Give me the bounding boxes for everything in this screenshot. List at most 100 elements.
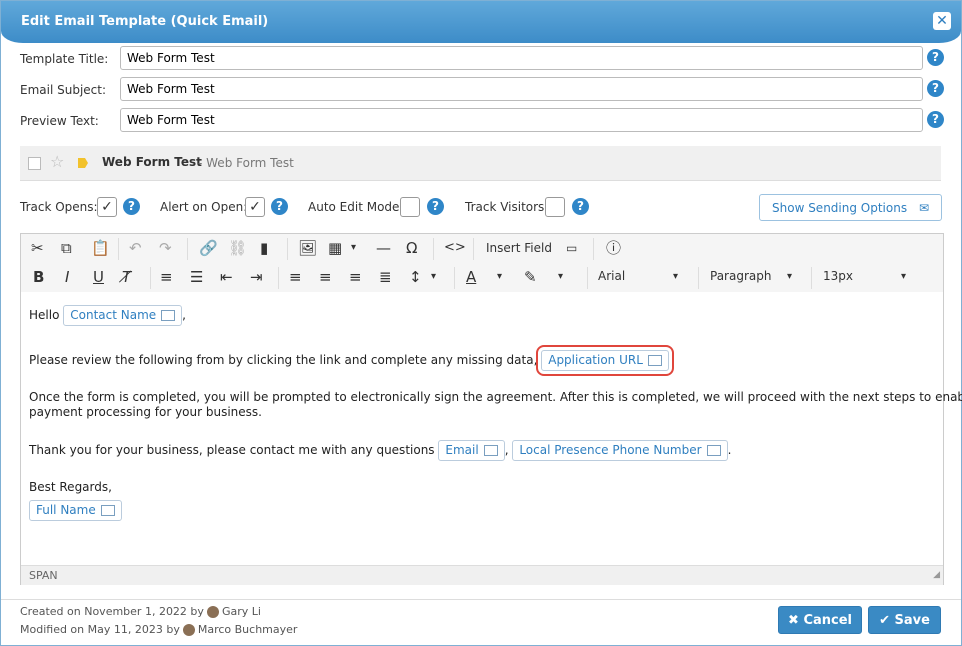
chevron-down-icon[interactable]: ▾ [351, 239, 356, 257]
save-button[interactable]: ✔ Save [868, 606, 941, 634]
close-icon[interactable]: ✕ [933, 12, 951, 30]
cut-icon[interactable]: ✂ [31, 239, 44, 257]
thanks-line: Thank you for your business, please cont… [29, 440, 731, 461]
help-icon[interactable]: ? [927, 49, 944, 66]
rich-text-editor: ✂ ⧉ 📋 ↶ ↷ 🔗 ⛓ ▮ 🖼 ▦ ▾ — Ω <> Insert Fiel… [20, 233, 962, 585]
chevron-down-icon[interactable]: ▾ [431, 268, 436, 286]
table-icon[interactable]: ▦ [328, 239, 342, 257]
source-code-icon[interactable]: <> [444, 239, 466, 257]
resize-handle-icon[interactable]: ◢ [933, 570, 940, 580]
hello-text: Hello [29, 308, 60, 322]
align-center-icon[interactable]: ≡ [319, 268, 332, 286]
line-height-icon[interactable]: ↕ [409, 268, 422, 286]
special-character-icon[interactable]: Ω [406, 239, 417, 257]
footer-divider [1, 599, 961, 600]
application-url-label: Application URL [548, 353, 643, 367]
toolbar-separator [433, 238, 434, 260]
regards-line: Best Regards, [29, 480, 112, 494]
italic-icon[interactable]: I [65, 268, 69, 286]
contact-name-merge-field[interactable]: Contact Name [63, 305, 183, 326]
horizontal-line-icon[interactable]: — [376, 239, 391, 257]
help-icon[interactable]: ? [123, 198, 140, 215]
chevron-down-icon[interactable]: ▾ [497, 268, 502, 286]
full-name-merge-field[interactable]: Full Name [29, 500, 122, 521]
outdent-icon[interactable]: ⇤ [220, 268, 233, 286]
bulleted-list-icon[interactable]: ☰ [190, 268, 203, 286]
auto-edit-mode-checkbox[interactable] [400, 197, 420, 217]
save-label: Save [894, 613, 930, 628]
contact-card-icon [647, 355, 662, 366]
clear-formatting-icon[interactable]: T̸ [122, 268, 131, 286]
help-icon[interactable]: ? [271, 198, 288, 215]
template-select-checkbox[interactable] [28, 157, 41, 170]
template-subtitle: - Web Form Test [198, 156, 294, 170]
contact-card-icon [483, 445, 498, 456]
cancel-button[interactable]: ✖ Cancel [778, 606, 862, 634]
font-family-select[interactable]: Arial [598, 269, 625, 283]
review-line: Please review the following from by clic… [29, 345, 674, 376]
unlink-icon[interactable]: ⛓ [228, 239, 247, 257]
email-merge-field[interactable]: Email [438, 440, 505, 461]
help-icon[interactable]: ? [927, 80, 944, 97]
local-presence-phone-merge-field[interactable]: Local Presence Phone Number [512, 440, 728, 461]
modified-info: Modified on May 11, 2023 by Marco Buchmay… [20, 623, 297, 636]
editor-statusbar: SPAN ◢ [21, 565, 943, 585]
undo-icon[interactable]: ↶ [129, 239, 142, 257]
help-icon[interactable]: ? [572, 198, 589, 215]
preview-text-label: Preview Text: [20, 114, 99, 128]
insert-field-button[interactable]: Insert Field [486, 241, 552, 255]
help-icon[interactable]: ? [927, 111, 944, 128]
tag-icon[interactable] [78, 158, 88, 168]
block-format-select[interactable]: Paragraph [710, 269, 771, 283]
toolbar-separator [811, 267, 812, 289]
justify-icon[interactable]: ≣ [379, 268, 392, 286]
alert-on-open-checkbox[interactable]: ✓ [245, 197, 265, 217]
underline-icon[interactable]: U [93, 268, 104, 286]
full-name-label: Full Name [36, 503, 96, 517]
element-path: SPAN [29, 569, 58, 582]
redo-icon[interactable]: ↷ [159, 239, 172, 257]
align-right-icon[interactable]: ≡ [349, 268, 362, 286]
contact-card-icon: ▭ [566, 241, 578, 255]
contact-card-icon [706, 445, 721, 456]
contact-card-icon [161, 310, 176, 321]
star-icon[interactable]: ☆ [50, 152, 64, 171]
align-left-icon[interactable]: ≡ [289, 268, 302, 286]
highlight-color-icon[interactable]: ✎ [524, 268, 537, 286]
track-opens-checkbox[interactable]: ✓ [97, 197, 117, 217]
toolbar-separator [118, 238, 119, 260]
toolbar-separator [287, 238, 288, 260]
bold-icon[interactable]: B [33, 268, 44, 286]
show-sending-options-button[interactable]: Show Sending Options ✉ [759, 194, 942, 221]
image-icon[interactable]: 🖼 [298, 239, 317, 257]
bookmark-icon[interactable]: ▮ [260, 239, 268, 257]
chevron-down-icon[interactable]: ▾ [558, 268, 563, 286]
copy-icon[interactable]: ⧉ [61, 239, 72, 257]
preview-text-input[interactable] [120, 108, 923, 132]
chevron-down-icon[interactable]: ▾ [787, 268, 792, 286]
indent-icon[interactable]: ⇥ [250, 268, 263, 286]
email-label: Email [445, 443, 479, 457]
text-color-icon[interactable]: A [466, 268, 476, 286]
template-title-row: Template Title: ? [20, 46, 944, 72]
paste-icon[interactable]: 📋 [91, 239, 110, 257]
chevron-down-icon[interactable]: ▾ [901, 268, 906, 286]
application-url-merge-field[interactable]: Application URL [536, 345, 674, 376]
modified-text: Modified on May 11, 2023 by [20, 623, 180, 636]
help-circle-icon[interactable]: ⓘ [606, 239, 621, 257]
toolbar-separator [698, 267, 699, 289]
contact-name-label: Contact Name [70, 308, 157, 322]
link-icon[interactable]: 🔗 [199, 239, 218, 257]
email-subject-input[interactable] [120, 77, 923, 101]
created-info: Created on November 1, 2022 by Gary Li [20, 605, 261, 618]
chevron-down-icon[interactable]: ▾ [673, 268, 678, 286]
help-icon[interactable]: ? [427, 198, 444, 215]
track-visitors-checkbox[interactable] [545, 197, 565, 217]
toolbar-separator [473, 238, 474, 260]
created-by: Gary Li [221, 605, 261, 618]
signature-line: Full Name [29, 500, 122, 521]
preview-text-row: Preview Text: ? [20, 108, 944, 134]
numbered-list-icon[interactable]: ≡ [160, 268, 173, 286]
font-size-select[interactable]: 13px [823, 269, 853, 283]
template-title-input[interactable] [120, 46, 923, 70]
